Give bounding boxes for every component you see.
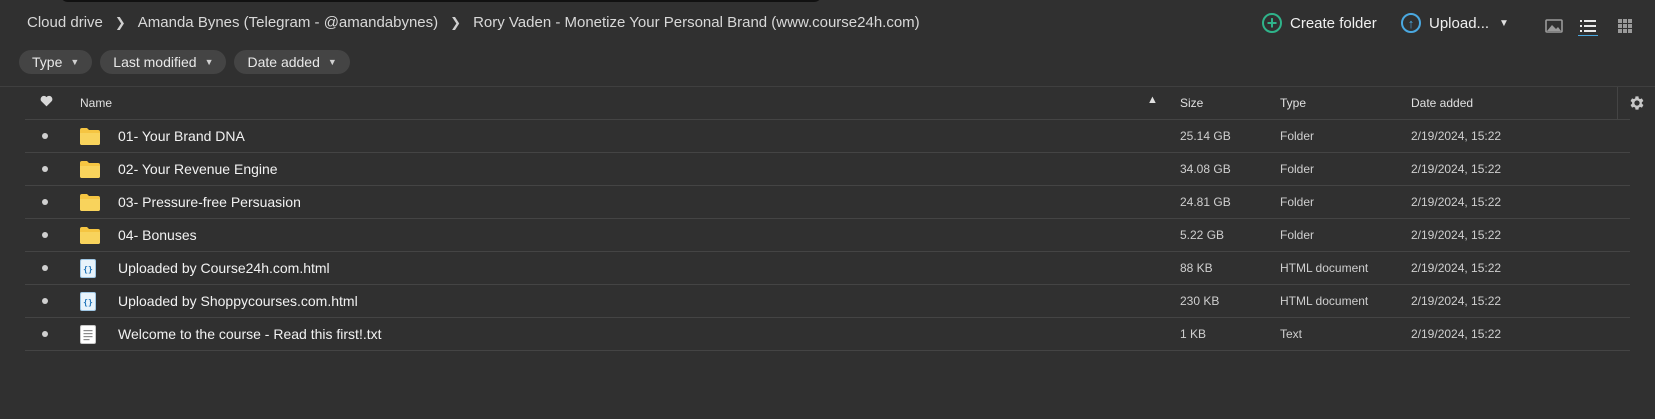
breadcrumb-current-folder[interactable]: Rory Vaden - Monetize Your Personal Bran… xyxy=(473,14,920,31)
chevron-down-icon[interactable]: ▼ xyxy=(1499,18,1509,29)
file-date-added: 2/19/2024, 15:22 xyxy=(1411,228,1502,242)
chevron-right-icon: ❯ xyxy=(450,14,462,30)
file-size: 88 KB xyxy=(1180,261,1213,275)
file-date-added: 2/19/2024, 15:22 xyxy=(1411,327,1502,341)
filter-last-modified[interactable]: Last modified ▼ xyxy=(100,50,227,74)
favourite-dot[interactable] xyxy=(42,186,48,218)
filter-date-added[interactable]: Date added ▼ xyxy=(234,50,350,74)
grid-view-icon[interactable] xyxy=(1615,16,1635,36)
file-name: Uploaded by Course24h.com.html xyxy=(118,260,330,276)
column-header-name[interactable]: Name xyxy=(80,96,112,110)
upload-button[interactable]: ↑ Upload... ▼ xyxy=(1401,13,1509,33)
file-name: 02- Your Revenue Engine xyxy=(118,161,278,177)
chevron-down-icon: ▼ xyxy=(204,57,214,67)
file-date-added: 2/19/2024, 15:22 xyxy=(1411,162,1502,176)
folder-icon xyxy=(80,120,102,152)
filter-bar: Type ▼ Last modified ▼ Date added ▼ xyxy=(19,50,350,74)
file-size: 5.22 GB xyxy=(1180,228,1225,242)
folder-icon xyxy=(80,219,102,251)
plus-circle-icon: + xyxy=(1262,13,1282,33)
table-row[interactable]: 03- Pressure-free Persuasion 24.81 GB Fo… xyxy=(25,186,1630,219)
file-size: 25.14 GB xyxy=(1180,129,1231,143)
file-type: Folder xyxy=(1280,195,1315,209)
filter-last-modified-label: Last modified xyxy=(113,54,197,70)
file-name: Welcome to the course - Read this first!… xyxy=(118,326,382,342)
favourite-dot[interactable] xyxy=(42,318,48,350)
file-size: 230 KB xyxy=(1180,294,1220,308)
file-name: Uploaded by Shoppycourses.com.html xyxy=(118,293,358,309)
html-file-icon: {} xyxy=(80,285,102,317)
table-header: Name ▲ Size Type Date added xyxy=(25,87,1630,120)
text-file-icon xyxy=(80,318,102,350)
favourite-dot[interactable] xyxy=(42,120,48,152)
folder-icon xyxy=(80,153,102,185)
table-row[interactable]: 01- Your Brand DNA 25.14 GB Folder 2/19/… xyxy=(25,120,1630,153)
file-type: Folder xyxy=(1280,228,1315,242)
column-header-size[interactable]: Size xyxy=(1180,96,1203,110)
thumbnail-view-icon[interactable] xyxy=(1544,16,1564,36)
file-date-added: 2/19/2024, 15:22 xyxy=(1411,294,1502,308)
file-date-added: 2/19/2024, 15:22 xyxy=(1411,129,1502,143)
table-row[interactable]: 04- Bonuses 5.22 GB Folder 2/19/2024, 15… xyxy=(25,219,1630,252)
favourite-dot[interactable] xyxy=(42,285,48,317)
file-size: 1 KB xyxy=(1180,327,1207,341)
breadcrumb-parent-folder[interactable]: Amanda Bynes (Telegram - @amandabynes) xyxy=(138,14,438,31)
file-name: 03- Pressure-free Persuasion xyxy=(118,194,301,210)
gear-icon xyxy=(1630,96,1644,110)
sort-ascending-icon[interactable]: ▲ xyxy=(1147,94,1158,106)
chevron-down-icon: ▼ xyxy=(327,57,337,67)
column-header-date-added[interactable]: Date added xyxy=(1411,96,1473,110)
column-header-type[interactable]: Type xyxy=(1280,96,1306,110)
filter-type[interactable]: Type ▼ xyxy=(19,50,93,74)
table-row[interactable]: Welcome to the course - Read this first!… xyxy=(25,318,1630,351)
folder-icon xyxy=(80,186,102,218)
file-name: 01- Your Brand DNA xyxy=(118,128,245,144)
svg-text:{}: {} xyxy=(83,265,93,274)
favourite-dot[interactable] xyxy=(42,219,48,251)
column-settings-button[interactable] xyxy=(1617,87,1655,119)
header: Cloud drive ❯ Amanda Bynes (Telegram - @… xyxy=(0,0,1655,50)
file-date-added: 2/19/2024, 15:22 xyxy=(1411,195,1502,209)
favourite-dot[interactable] xyxy=(42,252,48,284)
favourite-dot[interactable] xyxy=(42,153,48,185)
file-type: Folder xyxy=(1280,129,1315,143)
file-type: Text xyxy=(1280,327,1303,341)
create-folder-button[interactable]: + Create folder xyxy=(1262,13,1377,33)
file-type: HTML document xyxy=(1280,294,1369,308)
file-size: 24.81 GB xyxy=(1180,195,1231,209)
chevron-right-icon: ❯ xyxy=(114,14,126,30)
table-row[interactable]: {} Uploaded by Course24h.com.html 88 KB … xyxy=(25,252,1630,285)
table-row[interactable]: {} Uploaded by Shoppycourses.com.html 23… xyxy=(25,285,1630,318)
file-type: Folder xyxy=(1280,162,1315,176)
file-list: 01- Your Brand DNA 25.14 GB Folder 2/19/… xyxy=(25,120,1630,351)
upload-label: Upload... xyxy=(1429,14,1490,32)
file-size: 34.08 GB xyxy=(1180,162,1231,176)
file-name: 04- Bonuses xyxy=(118,227,197,243)
filter-date-added-label: Date added xyxy=(247,54,320,70)
table-row[interactable]: 02- Your Revenue Engine 34.08 GB Folder … xyxy=(25,153,1630,186)
upload-arrow-icon: ↑ xyxy=(1401,13,1421,33)
html-file-icon: {} xyxy=(80,252,102,284)
file-date-added: 2/19/2024, 15:22 xyxy=(1411,261,1502,275)
breadcrumb: Cloud drive ❯ Amanda Bynes (Telegram - @… xyxy=(27,14,920,31)
list-view-icon[interactable] xyxy=(1578,16,1598,36)
svg-text:{}: {} xyxy=(83,298,93,307)
file-type: HTML document xyxy=(1280,261,1369,275)
create-folder-label: Create folder xyxy=(1290,14,1377,32)
favourite-heart-icon[interactable] xyxy=(40,95,53,110)
filter-type-label: Type xyxy=(32,54,63,70)
breadcrumb-cloud-drive[interactable]: Cloud drive xyxy=(27,14,103,31)
chevron-down-icon: ▼ xyxy=(70,57,80,67)
